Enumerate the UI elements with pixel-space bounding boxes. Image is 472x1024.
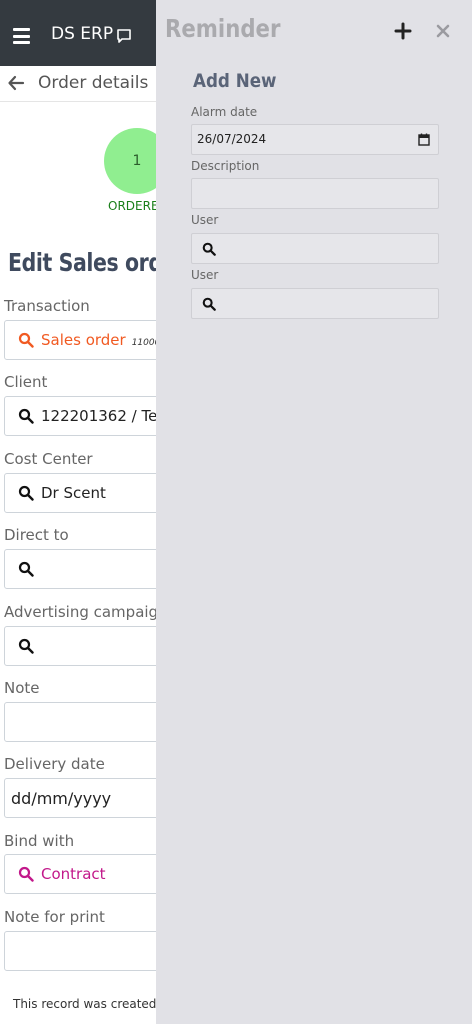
alarm-date-value: 26/07/2024 xyxy=(197,132,267,146)
description-input[interactable] xyxy=(191,178,439,209)
direct-to-label: Direct to xyxy=(4,526,69,544)
calendar-icon[interactable] xyxy=(418,133,430,146)
bind-with-value: Contract xyxy=(41,865,106,883)
client-label: Client xyxy=(4,373,48,391)
add-new-heading: Add New xyxy=(193,70,277,92)
search-icon xyxy=(202,242,216,256)
hamburger-icon[interactable] xyxy=(13,28,30,44)
search-icon xyxy=(18,638,34,654)
search-icon xyxy=(202,297,216,311)
close-icon[interactable] xyxy=(436,24,450,38)
search-icon xyxy=(18,332,34,348)
user-label-2: User xyxy=(191,268,219,282)
delivery-date-label: Delivery date xyxy=(4,755,105,773)
user-input-2[interactable] xyxy=(191,288,439,319)
delivery-date-value: dd/mm/yyyy xyxy=(11,789,112,808)
cost-center-value: Dr Scent xyxy=(41,484,106,502)
transaction-label: Transaction xyxy=(4,297,90,315)
plus-icon[interactable] xyxy=(394,22,412,40)
search-icon xyxy=(18,485,34,501)
client-value: 122201362 / Tech xyxy=(41,407,176,425)
chat-icon[interactable] xyxy=(116,28,132,44)
cost-center-label: Cost Center xyxy=(4,450,93,468)
alarm-date-input[interactable]: 26/07/2024 xyxy=(191,124,439,155)
user-label-1: User xyxy=(191,213,219,227)
search-icon xyxy=(18,561,34,577)
note-label: Note xyxy=(4,679,40,697)
alarm-date-label: Alarm date xyxy=(191,105,258,119)
app-title[interactable]: DS ERP xyxy=(51,24,113,44)
advertising-campaign-label: Advertising campaign xyxy=(4,603,168,621)
arrow-left-icon[interactable] xyxy=(7,74,25,92)
page-title: Order details xyxy=(38,73,149,93)
reminder-panel: Reminder Add New Alarm date 26/07/2024 D… xyxy=(156,0,472,1024)
user-input-1[interactable] xyxy=(191,233,439,264)
search-icon xyxy=(18,408,34,424)
note-for-print-label: Note for print xyxy=(4,908,105,926)
record-created-note: This record was created xyxy=(13,997,157,1011)
bind-with-label: Bind with xyxy=(4,832,75,850)
transaction-value: Sales order xyxy=(41,331,126,349)
description-label: Description xyxy=(191,159,260,173)
search-icon xyxy=(18,866,34,882)
reminder-panel-title: Reminder xyxy=(165,14,281,43)
